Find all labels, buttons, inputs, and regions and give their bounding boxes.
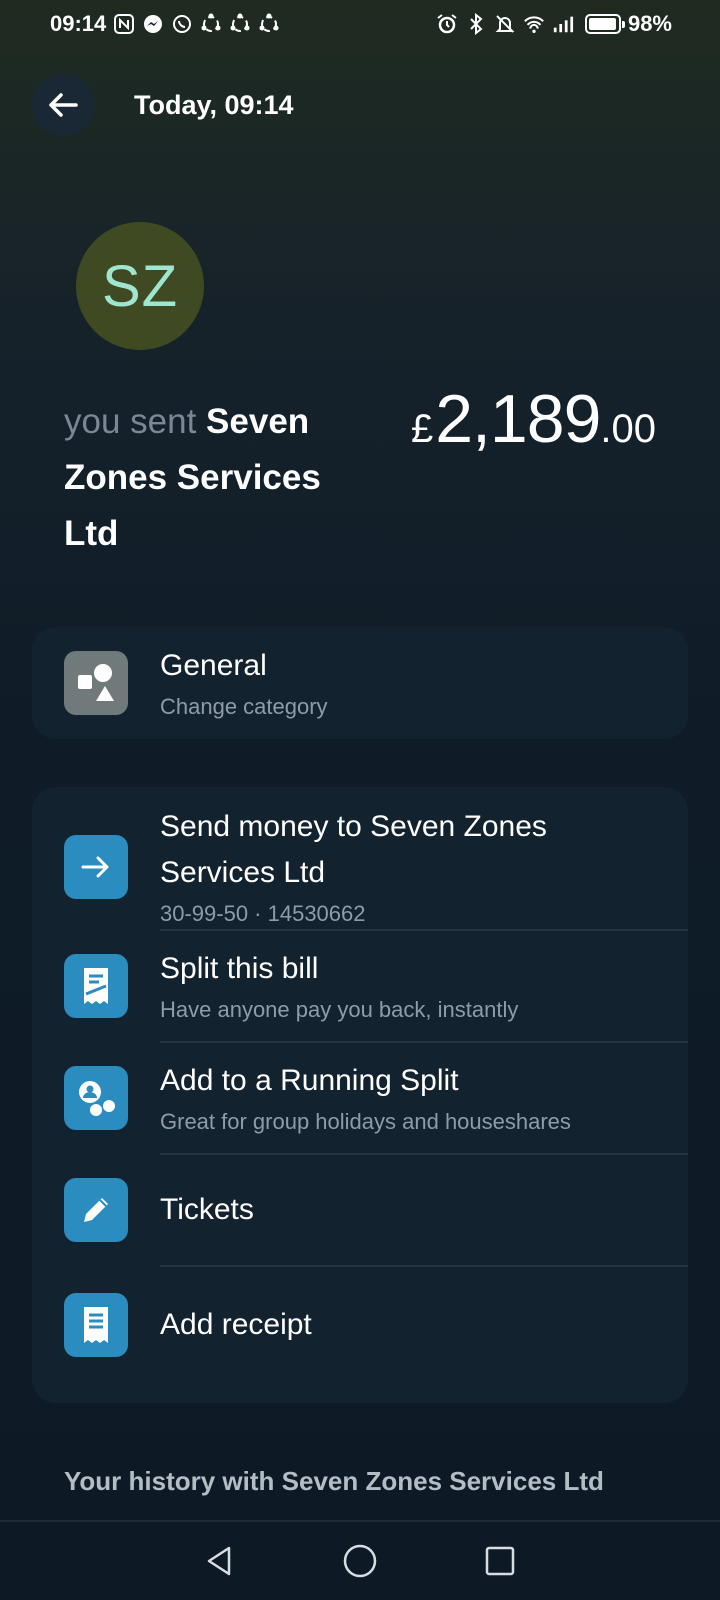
running-split-text: Add to a Running Split Great for group h… (160, 1058, 571, 1138)
status-left: 09:14 (50, 11, 280, 37)
history-heading: Your history with Seven Zones Services L… (64, 1466, 604, 1496)
category-text: General Change category (160, 643, 328, 723)
page-title: Today, 09:14 (134, 89, 294, 120)
messenger-icon (142, 13, 164, 35)
alarm-icon (436, 13, 458, 35)
split-bill-row[interactable]: Split this bill Have anyone pay you back… (32, 931, 688, 1041)
category-card[interactable]: General Change category (32, 627, 688, 739)
running-split-icon (64, 1066, 128, 1130)
category-subtitle: Change category (160, 694, 328, 719)
sent-prefix: you sent (64, 402, 197, 441)
sync-icon (229, 13, 251, 35)
nav-recents-button[interactable] (476, 1537, 524, 1585)
signal-icon (552, 13, 574, 35)
pencil-icon (64, 1178, 128, 1242)
avatar: SZ (76, 222, 204, 350)
battery-percent: 98% (627, 11, 672, 36)
add-receipt-title: Add receipt (160, 1308, 312, 1341)
tickets-row[interactable]: Tickets (32, 1155, 688, 1265)
nfc-icon (113, 13, 135, 35)
triangle-back-icon (207, 1546, 231, 1576)
arrow-right-icon (64, 835, 128, 899)
sync-icon (258, 13, 280, 35)
status-time: 09:14 (50, 11, 107, 36)
status-bar: 09:14 98% (0, 0, 720, 48)
amount-main: 2,189 (435, 381, 601, 457)
running-split-row[interactable]: Add to a Running Split Great for group h… (32, 1043, 688, 1153)
nav-home-button[interactable] (336, 1537, 384, 1585)
running-split-subtitle: Great for group holidays and houseshares (160, 1109, 571, 1134)
send-money-account: 30-99-50 · 14530662 (160, 901, 366, 926)
tickets-text: Tickets (160, 1187, 254, 1233)
tickets-title: Tickets (160, 1193, 254, 1226)
back-button[interactable] (32, 74, 94, 136)
split-bill-title: Split this bill (160, 952, 319, 985)
split-bill-icon (64, 954, 128, 1018)
payee-summary: you sent Seven Zones Services Ltd (64, 394, 364, 562)
send-money-row[interactable]: Send money to Seven Zones Services Ltd 3… (32, 805, 688, 929)
category-title: General (160, 649, 267, 682)
add-receipt-row[interactable]: Add receipt (32, 1267, 688, 1383)
mute-icon (494, 13, 516, 35)
square-recents-icon (485, 1546, 515, 1576)
bluetooth-icon (465, 13, 487, 35)
receipt-icon (64, 1293, 128, 1357)
amount-decimal: .00 (600, 407, 656, 451)
circle-home-icon (343, 1544, 377, 1578)
wifi-icon (523, 13, 545, 35)
split-bill-text: Split this bill Have anyone pay you back… (160, 946, 518, 1026)
actions-card: Send money to Seven Zones Services Ltd 3… (32, 787, 688, 1403)
transaction-amount: £ 2,189 .00 (411, 380, 656, 458)
running-split-title: Add to a Running Split (160, 1064, 459, 1097)
send-money-title: Send money to Seven Zones Services Ltd (160, 810, 547, 889)
system-nav-bar (0, 1520, 720, 1600)
status-right: 98% (436, 11, 672, 37)
split-bill-subtitle: Have anyone pay you back, instantly (160, 997, 519, 1022)
add-receipt-text: Add receipt (160, 1302, 312, 1348)
battery-icon (584, 14, 625, 34)
arrow-left-icon (49, 93, 78, 117)
whatsapp-icon (171, 13, 193, 35)
send-money-text: Send money to Seven Zones Services Ltd 3… (160, 804, 620, 930)
sync-icon (200, 13, 222, 35)
top-bar: Today, 09:14 (32, 74, 294, 136)
category-shapes-icon (64, 651, 128, 715)
nav-back-button[interactable] (196, 1537, 244, 1585)
amount-currency: £ (410, 407, 434, 451)
